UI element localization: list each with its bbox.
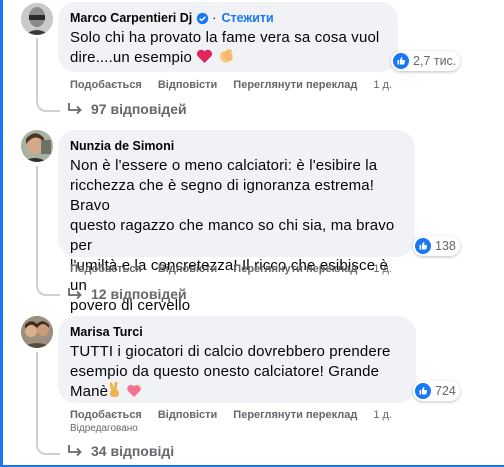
- reactions-summary[interactable]: 2,7 тис.: [391, 51, 461, 71]
- victory-hand-emoji: [109, 382, 120, 397]
- comment-text: Solo chi ha provato la fame vera sa cosa…: [70, 28, 386, 68]
- author-name[interactable]: Marisa Turci: [70, 324, 143, 340]
- thread-curve: [36, 96, 60, 112]
- author-row: Marco Carpentieri Dj · Стежити: [70, 10, 386, 26]
- author-row: Nunzia de Simoni: [70, 138, 403, 154]
- window-border-left: [0, 0, 3, 467]
- timestamp[interactable]: 1 д.: [373, 79, 392, 91]
- like-icon: [415, 238, 431, 254]
- comment-actions: Подобається Відповісти Переглянути перек…: [70, 409, 392, 421]
- reactions-count: 724: [435, 384, 456, 398]
- comment-line: TUTTI i giocatori di calcio dovrebbero p…: [70, 343, 391, 360]
- avatar-photo: [21, 316, 53, 348]
- comment-bubble: Marco Carpentieri Dj · Стежити Solo chi …: [58, 2, 398, 72]
- thread-line: [36, 352, 38, 441]
- avatar-photo: [21, 3, 53, 35]
- thread-curve: [36, 439, 60, 455]
- see-translation-button[interactable]: Переглянути переклад: [233, 79, 357, 91]
- comment-line-with-emoji: dire....un esempio: [70, 48, 386, 68]
- comment-bubble: Nunzia de Simoni Non è l'essere o meno c…: [58, 130, 415, 314]
- separator-dot: ·: [212, 11, 217, 25]
- comment-line: ricchezza che è segno di ignoranza estre…: [70, 177, 375, 214]
- avatar[interactable]: [21, 3, 53, 35]
- replies-label: 34 відповіді: [91, 443, 175, 459]
- like-icon: [415, 383, 431, 399]
- avatar[interactable]: [21, 316, 53, 348]
- like-icon: [393, 53, 409, 69]
- reactions-count: 2,7 тис.: [413, 54, 457, 68]
- clapping-hands-emoji: [219, 48, 233, 63]
- thread-curve: [36, 280, 60, 296]
- follow-button[interactable]: Стежити: [221, 10, 273, 26]
- author-row: Marisa Turci: [70, 324, 404, 340]
- comment-line: esempio da questo onesto calciatore! Gra…: [70, 363, 380, 380]
- thread-line: [36, 166, 38, 282]
- timestamp[interactable]: 1 д.: [373, 409, 392, 421]
- comment-line: questo ragazzo che manco so chi sia, ma …: [70, 217, 395, 254]
- like-button[interactable]: Подобається: [70, 79, 142, 91]
- author-name[interactable]: Marco Carpentieri Dj: [70, 10, 192, 26]
- comment-line: dire....un esempio: [70, 49, 192, 66]
- comment-actions: Подобається Відповісти Переглянути перек…: [70, 263, 392, 275]
- reply-arrow-icon: [68, 103, 82, 115]
- reply-button[interactable]: Відповісти: [158, 409, 217, 421]
- comment-text: TUTTI i giocatori di calcio dovrebbero p…: [70, 342, 404, 402]
- view-replies-button[interactable]: 97 відповідей: [67, 101, 187, 117]
- avatar[interactable]: [21, 130, 53, 162]
- timestamp[interactable]: 1 д.: [373, 263, 392, 275]
- view-replies-button[interactable]: 34 відповіді: [67, 443, 174, 459]
- reply-arrow-icon: [68, 288, 82, 300]
- thread-line: [36, 38, 38, 98]
- sparkling-heart-emoji: [127, 384, 142, 397]
- replies-label: 97 відповідей: [91, 101, 187, 117]
- comment-line: Solo chi ha provato la fame vera sa cosa…: [70, 29, 380, 46]
- comment-line: Manè: [70, 383, 109, 400]
- reactions-count: 138: [435, 239, 456, 253]
- reply-arrow-icon: [68, 445, 82, 457]
- like-button[interactable]: Подобається: [70, 409, 142, 421]
- edited-label: Відредаговано: [70, 423, 138, 434]
- author-name[interactable]: Nunzia de Simoni: [70, 138, 174, 154]
- reactions-summary[interactable]: 724: [413, 381, 460, 401]
- avatar-photo: [21, 130, 53, 162]
- verified-badge-icon: [197, 12, 209, 24]
- see-translation-button[interactable]: Переглянути переклад: [233, 263, 357, 275]
- reply-button[interactable]: Відповісти: [158, 79, 217, 91]
- replies-label: 12 відповідей: [91, 286, 187, 302]
- view-replies-button[interactable]: 12 відповідей: [67, 286, 187, 302]
- comment-actions: Подобається Відповісти Переглянути перек…: [70, 79, 392, 91]
- comment-bubble: Marisa Turci TUTTI i giocatori di calcio…: [58, 316, 416, 403]
- like-button[interactable]: Подобається: [70, 263, 142, 275]
- comment-line: Non è l'essere o meno calciatori: è l'es…: [70, 157, 378, 174]
- red-heart-emoji: [197, 49, 213, 63]
- comment-line-with-emoji: Manè: [70, 382, 404, 402]
- reply-button[interactable]: Відповісти: [158, 263, 217, 275]
- reactions-summary[interactable]: 138: [413, 236, 460, 256]
- see-translation-button[interactable]: Переглянути переклад: [233, 409, 357, 421]
